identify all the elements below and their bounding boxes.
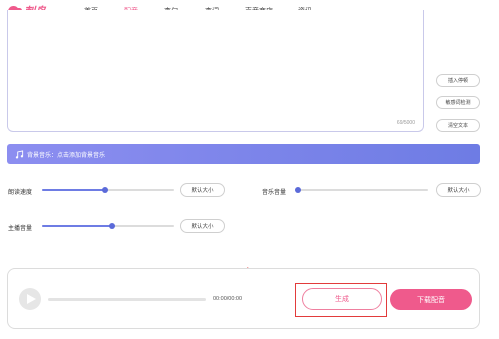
anchor-volume-fill xyxy=(42,225,112,227)
reading-speed-fill xyxy=(42,189,106,191)
anchor-volume-thumb[interactable] xyxy=(108,223,115,229)
anchor-volume-label: 主播音量 xyxy=(8,226,33,232)
anchor-volume-slider[interactable] xyxy=(42,223,174,229)
clear-text-button[interactable]: 清空文本 xyxy=(436,119,480,132)
music-volume-thumb[interactable] xyxy=(295,187,301,193)
playback-time: 00:00/00:00 xyxy=(213,296,243,302)
download-dubbing-button[interactable]: 下载配音 xyxy=(390,289,472,310)
reading-speed-label: 朗读速度 xyxy=(8,190,33,196)
play-button[interactable] xyxy=(19,288,41,310)
audio-progress-bar[interactable] xyxy=(48,298,206,301)
text-editor[interactable]: 69/5000 xyxy=(7,10,424,132)
generate-button[interactable]: 生成 xyxy=(302,288,382,310)
music-volume-label: 音乐音量 xyxy=(262,190,287,196)
insert-pause-button[interactable]: 插入停顿 xyxy=(436,74,480,87)
char-count: 69/5000 xyxy=(396,120,415,126)
reading-speed-thumb[interactable] xyxy=(102,187,109,193)
background-music-bar[interactable]: 背景音乐：点击添加背景音乐 xyxy=(7,144,480,164)
music-note-icon xyxy=(15,149,24,159)
anchor-volume-default-button[interactable]: 默认大小 xyxy=(180,219,225,233)
reading-speed-slider[interactable] xyxy=(42,187,174,193)
music-volume-slider[interactable] xyxy=(295,187,428,193)
music-volume-default-button[interactable]: 默认大小 xyxy=(436,183,481,197)
play-icon xyxy=(26,294,36,304)
sensitive-word-check-button[interactable]: 敏感词检测 xyxy=(436,96,480,109)
background-music-text: 背景音乐：点击添加背景音乐 xyxy=(27,152,106,159)
reading-speed-default-button[interactable]: 默认大小 xyxy=(180,183,225,197)
